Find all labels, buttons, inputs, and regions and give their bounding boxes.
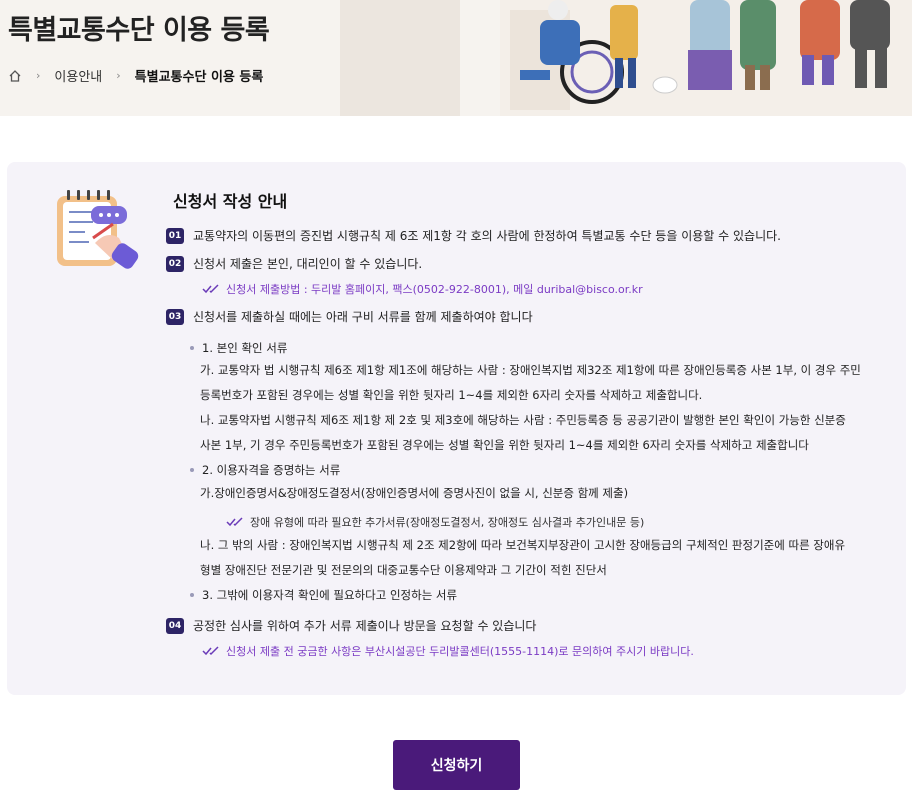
doc-section-1-title: 1. 본인 확인 서류 (190, 340, 287, 356)
doc-line: 가.장애인증명서&장애정도결정서(장애인증명서에 증명사진이 없을 시, 신분증… (200, 486, 629, 500)
bullet-dot (190, 346, 194, 350)
breadcrumb-item-current: 특별교통수단 이용 등록 (134, 70, 264, 85)
guide-item-text: 신청서를 제출하실 때에는 아래 구비 서류를 함께 제출하여야 합니다 (193, 310, 533, 324)
guide-item-text: 공정한 심사를 위하여 추가 서류 제출이나 방문을 요청할 수 있습니다 (193, 619, 537, 633)
guide-item-text: 신청서 제출은 본인, 대리인이 할 수 있습니다. (193, 257, 423, 271)
doc-line: 나. 그 밖의 사람 : 장애인복지법 시행규칙 제 2조 제2항에 따라 보건… (200, 538, 846, 552)
apply-button[interactable]: 신청하기 (393, 740, 520, 790)
note-text: 신청서 제출방법 : 두리발 홈페이지, 팩스(0502-922-8001), … (226, 283, 643, 296)
doc-section-1-a: 가. 교통약자 법 시행규칙 제6조 제1항 제1조에 해당하는 사람 : 장애… (200, 358, 880, 458)
guide-title: 신청서 작성 안내 (173, 192, 288, 211)
breadcrumb: › 이용안내 › 특별교통수단 이용 등록 (8, 66, 263, 85)
doc-line: 가. 교통약자 법 시행규칙 제6조 제1항 제1조에 해당하는 사람 : 장애… (200, 363, 861, 377)
banner-decor (340, 0, 460, 116)
guide-item-text: 교통약자의 이동편의 증진법 시행규칙 제 6조 제1항 각 호의 사람에 한정… (193, 229, 781, 243)
doc-section-title: 2. 이용자격을 증명하는 서류 (202, 463, 341, 477)
clipboard-writing-icon (57, 190, 139, 269)
doc-section-3-title: 3. 그밖에 이용자격 확인에 필요하다고 인정하는 서류 (190, 587, 457, 603)
doc-section-2-title: 2. 이용자격을 증명하는 서류 (190, 462, 340, 478)
bullet-dot (190, 468, 194, 472)
breadcrumb-item-guide[interactable]: 이용안내 (54, 66, 102, 85)
double-check-icon (202, 646, 219, 656)
doc-line: 사본 1부, 기 경우 주민등록번호가 포함된 경우에는 성별 확인을 위한 뒷… (200, 438, 809, 452)
doc-section-title: 1. 본인 확인 서류 (202, 341, 288, 355)
double-check-icon (226, 517, 243, 527)
chevron-right-icon: › (36, 69, 41, 82)
number-badge: 04 (166, 617, 184, 634)
submission-method-note: 신청서 제출방법 : 두리발 홈페이지, 팩스(0502-922-8001), … (202, 281, 643, 297)
home-icon[interactable] (8, 69, 22, 83)
doc-line: 형별 장애진단 전문기관 및 전문의의 대중교통수단 이용제약과 그 기간이 적… (200, 563, 607, 577)
bullet-dot (190, 593, 194, 597)
double-check-icon (202, 284, 219, 294)
number-badge: 03 (166, 308, 184, 325)
guide-item-03: 03 신청서를 제출하실 때에는 아래 구비 서류를 함께 제출하여야 합니다 (166, 308, 533, 325)
page-header-banner: 특별교통수단 이용 등록 › 이용안내 › 특별교통수단 이용 등록 (0, 0, 912, 116)
doc-section-title: 3. 그밖에 이용자격 확인에 필요하다고 인정하는 서류 (202, 588, 458, 602)
additional-docs-note: 장애 유형에 따라 필요한 추가서류(장애정도결정서, 장애정도 심사결과 추가… (226, 514, 644, 530)
number-badge: 01 (166, 227, 184, 244)
doc-line: 나. 교통약자법 시행규칙 제6조 제1항 제 2호 및 제3호에 해당하는 사… (200, 413, 846, 427)
doc-line: 등록번호가 포함된 경우에는 성별 확인을 위한 뒷자리 1~4를 제외한 6자… (200, 388, 703, 402)
note-text: 신청서 제출 전 궁금한 사항은 부산시설공단 두리발콜센터(1555-1114… (226, 645, 694, 658)
number-badge: 02 (166, 255, 184, 272)
guide-item-02: 02 신청서 제출은 본인, 대리인이 할 수 있습니다. (166, 255, 422, 272)
page-title: 특별교통수단 이용 등록 (8, 15, 270, 46)
guide-item-04: 04 공정한 심사를 위하여 추가 서류 제출이나 방문을 요청할 수 있습니다 (166, 617, 536, 634)
guide-item-01: 01 교통약자의 이동편의 증진법 시행규칙 제 6조 제1항 각 호의 사람에… (166, 227, 781, 244)
chevron-right-icon: › (116, 69, 121, 82)
doc-section-2-a: 가.장애인증명서&장애정도결정서(장애인증명서에 증명사진이 없을 시, 신분증… (200, 481, 880, 506)
inquiry-note: 신청서 제출 전 궁금한 사항은 부산시설공단 두리발콜센터(1555-1114… (202, 643, 694, 659)
doc-section-2-b: 나. 그 밖의 사람 : 장애인복지법 시행규칙 제 2조 제2항에 따라 보건… (200, 533, 880, 583)
note-text: 장애 유형에 따라 필요한 추가서류(장애정도결정서, 장애정도 심사결과 추가… (250, 516, 645, 529)
mobility-illustration (500, 0, 912, 116)
